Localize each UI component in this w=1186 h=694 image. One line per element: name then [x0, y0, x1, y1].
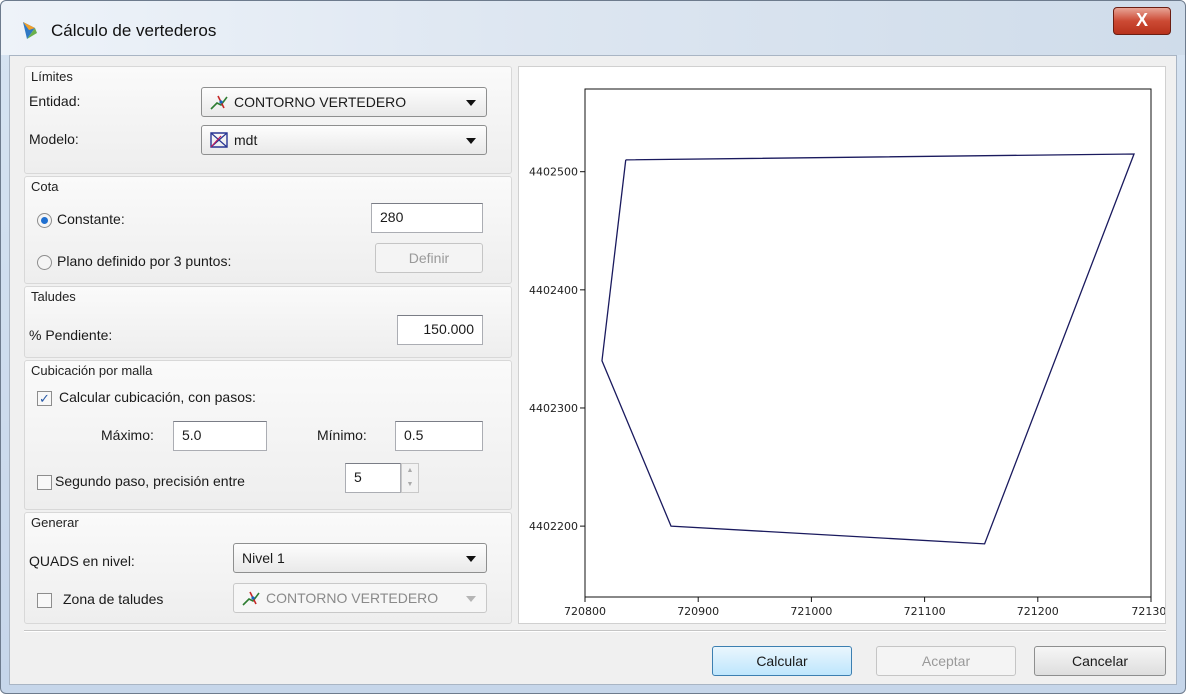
cota-title: Cota	[31, 179, 59, 194]
segundo-paso-input[interactable]: 5	[345, 463, 401, 493]
zona-taludes-value: CONTORNO VERTEDERO	[266, 590, 439, 606]
chevron-down-icon	[466, 100, 476, 106]
limites-title: Límites	[31, 69, 73, 84]
minimo-input[interactable]: 0.5	[395, 421, 483, 451]
y-tick-label: 4402300	[529, 402, 578, 415]
calcular-cubicacion-label: Calcular cubicación, con pasos:	[59, 389, 256, 405]
aceptar-button[interactable]: Aceptar	[876, 646, 1016, 676]
app-icon	[23, 22, 37, 39]
definir-button[interactable]: Definir	[375, 243, 483, 273]
plano-label: Plano definido por 3 puntos:	[57, 253, 232, 269]
constante-label: Constante:	[57, 211, 125, 227]
window-title: Cálculo de vertederos	[51, 21, 217, 40]
zona-taludes-select[interactable]: CONTORNO VERTEDERO	[233, 583, 487, 613]
terrain-model-icon	[210, 132, 228, 148]
spin-up-icon[interactable]: ▲	[402, 464, 418, 478]
chevron-down-icon	[466, 138, 476, 144]
plano-radio[interactable]	[37, 255, 52, 270]
y-tick-label: 4402400	[529, 284, 578, 297]
minimo-label: Mínimo:	[317, 427, 367, 443]
plot-frame	[584, 88, 1152, 598]
x-tick-label: 721200	[1017, 605, 1059, 618]
constante-input[interactable]: 280	[371, 203, 483, 233]
entidad-value: CONTORNO VERTEDERO	[234, 94, 407, 110]
limites-group: Límites Entidad: CONTORNO VERTEDERO Mode…	[24, 66, 512, 174]
constante-radio[interactable]	[37, 213, 52, 228]
modelo-select[interactable]: mdt	[201, 125, 487, 155]
polyline-entity-icon	[242, 591, 260, 606]
cota-group: Cota Constante: 280 Plano definido por 3…	[24, 176, 512, 284]
zona-taludes-label: Zona de taludes	[63, 591, 164, 607]
zona-taludes-checkbox[interactable]	[37, 593, 52, 608]
segundo-paso-spinner[interactable]: ▲ ▼	[401, 463, 419, 493]
maximo-label: Máximo:	[101, 427, 154, 443]
title-bar[interactable]: Cálculo de vertederos X	[1, 1, 1185, 55]
taludes-group: Taludes % Pendiente: 150.000	[24, 286, 512, 358]
chart-panel: 720800 720900 721000 721100 721200 72130( 4402…	[518, 66, 1171, 624]
entidad-label: Entidad:	[29, 93, 81, 109]
quads-value: Nivel 1	[242, 550, 285, 566]
quads-label: QUADS en nivel:	[29, 553, 135, 569]
x-tick-label: 72130(	[1131, 605, 1165, 618]
pendiente-label: % Pendiente:	[29, 327, 113, 343]
spin-down-icon[interactable]: ▼	[402, 478, 418, 492]
x-tick-label: 721100	[904, 605, 946, 618]
y-tick-label: 4402500	[529, 166, 578, 179]
quads-select[interactable]: Nivel 1	[233, 543, 487, 573]
entidad-select[interactable]: CONTORNO VERTEDERO	[201, 87, 487, 117]
chevron-down-icon	[466, 556, 476, 562]
x-tick-label: 720800	[564, 605, 606, 618]
modelo-label: Modelo:	[29, 131, 79, 147]
chevron-down-icon	[466, 596, 476, 602]
y-tick-label: 4402200	[529, 520, 578, 533]
x-tick-label: 721000	[790, 605, 832, 618]
dialog-body: Límites Entidad: CONTORNO VERTEDERO Mode…	[9, 55, 1177, 685]
calcular-cubicacion-checkbox[interactable]: ✓	[37, 391, 52, 406]
contour-chart: 720800 720900 721000 721100 721200 72130( 4402…	[529, 88, 1171, 618]
maximo-input[interactable]: 5.0	[173, 421, 267, 451]
cancelar-button[interactable]: Cancelar	[1034, 646, 1166, 676]
generar-group: Generar QUADS en nivel: Nivel 1 Zona de …	[24, 512, 512, 624]
calcular-button[interactable]: Calcular	[712, 646, 852, 676]
close-button[interactable]: X	[1113, 7, 1171, 35]
cubicacion-title: Cubicación por malla	[31, 363, 153, 378]
generar-title: Generar	[31, 515, 79, 530]
modelo-value: mdt	[234, 132, 258, 148]
divider	[24, 630, 1166, 632]
segundo-paso-label: Segundo paso, precisión entre	[55, 473, 245, 489]
polyline-entity-icon	[210, 95, 228, 110]
segundo-paso-checkbox[interactable]	[37, 475, 52, 490]
pendiente-input[interactable]: 150.000	[397, 315, 483, 345]
dialog-window: Cálculo de vertederos X Límites Entidad:…	[0, 0, 1186, 694]
taludes-title: Taludes	[31, 289, 76, 304]
cubicacion-group: Cubicación por malla ✓ Calcular cubicaci…	[24, 360, 512, 510]
parameters-panel: Límites Entidad: CONTORNO VERTEDERO Mode…	[24, 66, 512, 626]
x-tick-label: 720900	[677, 605, 719, 618]
